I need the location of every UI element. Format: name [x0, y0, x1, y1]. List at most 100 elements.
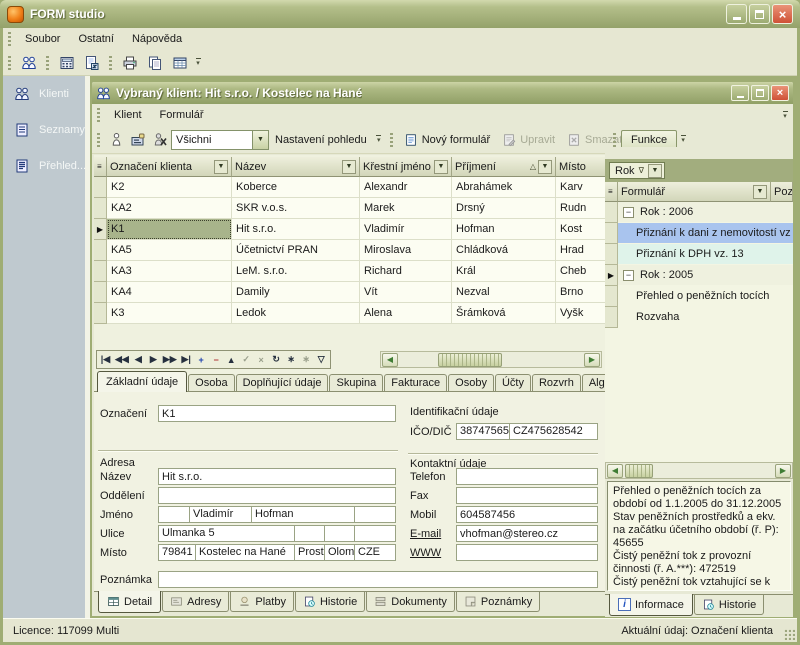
nav-filter-button[interactable]: ▽ — [314, 352, 329, 368]
edit-form-button[interactable]: Upravit — [496, 130, 561, 150]
tree-group-row-current[interactable]: ▶ −Rok : 2005 — [605, 265, 793, 286]
scroll-left-icon[interactable]: ◀ — [607, 464, 623, 478]
toolbar-grip[interactable] — [390, 133, 393, 147]
column-dropdown-icon[interactable]: ▼ — [214, 160, 228, 174]
toolbar-grip[interactable] — [613, 133, 616, 147]
menubar-overflow-icon[interactable]: ▾ — [779, 105, 791, 125]
mobil-field[interactable]: 604587456 — [456, 506, 598, 523]
tab-dokumenty[interactable]: Dokumenty — [366, 592, 455, 612]
column-dropdown-icon[interactable]: ▼ — [538, 160, 552, 174]
nav-insert-button[interactable]: + — [194, 352, 209, 368]
region-field[interactable]: Olom — [325, 544, 355, 561]
cell[interactable]: Vít — [360, 282, 452, 303]
street-extra2-field[interactable] — [325, 525, 355, 542]
tab-historie[interactable]: Historie — [295, 592, 365, 612]
grid-corner-button[interactable]: ≡ — [94, 157, 107, 177]
nav-cancel-button[interactable]: × — [254, 352, 269, 368]
zip-field[interactable]: 79841 — [158, 544, 196, 561]
tab-zakladni-udaje[interactable]: Základní údaje — [97, 371, 187, 392]
scrollbar-thumb[interactable] — [625, 464, 653, 478]
cell[interactable]: Hrad — [556, 240, 606, 261]
child-close-button[interactable]: × — [771, 85, 789, 101]
scroll-right-icon[interactable]: ▶ — [775, 464, 791, 478]
cell-selected[interactable]: K1 — [107, 219, 232, 240]
column-header-prijmeni[interactable]: Příjmení△▼ — [452, 157, 556, 177]
tab-osoby[interactable]: Osoby — [448, 374, 494, 391]
email-link-label[interactable]: E-mail — [410, 528, 441, 540]
hide-person-button[interactable] — [149, 129, 171, 151]
copy-button[interactable] — [142, 52, 167, 74]
tab-historie-forms[interactable]: Historie — [694, 595, 764, 615]
new-form-button[interactable]: Nový formulář — [398, 130, 496, 150]
tree-item-row[interactable]: Přiznání k dani z nemovitostí vz — [605, 223, 793, 244]
tree-group-row[interactable]: −Rok : 2006 — [605, 202, 793, 223]
tab-platby[interactable]: Platby — [230, 592, 294, 612]
tab-doplnujici-udaje[interactable]: Doplňující údaje — [236, 374, 329, 391]
toolbar-grip[interactable] — [8, 32, 11, 46]
tree-item-row[interactable]: Přiznání k DPH vz. 13 — [605, 244, 793, 265]
nav-first-button[interactable]: |◀ — [98, 352, 113, 368]
cell[interactable]: Chládková — [452, 240, 556, 261]
tree-horizontal-scrollbar[interactable]: ◀ ▶ — [605, 462, 793, 479]
chevron-down-icon[interactable]: ▼ — [648, 164, 662, 178]
table-row[interactable]: KA3 LeM. s.r.o. Richard Král Cheb — [94, 261, 606, 282]
oddeleni-field[interactable] — [158, 487, 396, 504]
column-header-oznaceni-klienta[interactable]: Označení klienta▼ — [107, 157, 232, 177]
column-dropdown-icon[interactable]: ▼ — [434, 160, 448, 174]
cell[interactable]: Richard — [360, 261, 452, 282]
suffix-field[interactable] — [355, 506, 396, 523]
cell[interactable]: Vyšk — [556, 303, 606, 324]
country-field[interactable]: CZE — [355, 544, 396, 561]
table-view-button[interactable] — [167, 52, 192, 74]
tab-informace[interactable]: i Informace — [609, 594, 693, 616]
fax-field[interactable] — [456, 487, 598, 504]
table-row[interactable]: KA5 Účetnictví PRAN Miroslava Chládková … — [94, 240, 606, 261]
cell[interactable]: LeM. s.r.o. — [232, 261, 360, 282]
tab-poznamky[interactable]: Poznámky — [456, 592, 540, 612]
print-button[interactable] — [117, 52, 142, 74]
menu-soubor[interactable]: Soubor — [16, 30, 69, 48]
nav-edit-button[interactable]: ▲ — [224, 352, 239, 368]
street-field[interactable]: Ulmanka 5 — [158, 525, 295, 542]
nav-delete-button[interactable]: − — [209, 352, 224, 368]
tab-ucty[interactable]: Účty — [495, 374, 531, 391]
cell[interactable]: Vladimír — [360, 219, 452, 240]
collapse-icon[interactable]: − — [623, 207, 634, 218]
cell[interactable]: Drsný — [452, 198, 556, 219]
scroll-left-icon[interactable]: ◀ — [382, 353, 398, 367]
menu-ostatni[interactable]: Ostatní — [69, 30, 122, 48]
maximize-button[interactable] — [749, 4, 770, 24]
table-row-current[interactable]: ▶ K1 Hit s.r.o. Vladimír Hofman Kost — [94, 219, 606, 240]
title-field[interactable] — [158, 506, 190, 523]
nav-refresh-button[interactable]: ↻ — [269, 352, 284, 368]
column-header-misto[interactable]: Místo — [556, 157, 606, 177]
child-maximize-button[interactable] — [751, 85, 769, 101]
cell[interactable]: Cheb — [556, 261, 606, 282]
child-minimize-button[interactable] — [731, 85, 749, 101]
nav-search-button[interactable]: ∗ — [284, 352, 299, 368]
scrollbar-thumb[interactable] — [438, 353, 502, 367]
www-field[interactable] — [456, 544, 598, 561]
poznamka-field[interactable] — [158, 571, 598, 588]
nav-fast-next-button[interactable]: ▶▶ — [161, 352, 179, 368]
view-settings-button[interactable]: Nastavení pohledu — [269, 131, 373, 149]
last-name-field[interactable]: Hofman — [252, 506, 355, 523]
resize-grip[interactable] — [783, 628, 795, 640]
cell[interactable]: KA3 — [107, 261, 232, 282]
district-field[interactable]: Prost — [295, 544, 325, 561]
cell[interactable]: Koberce — [232, 177, 360, 198]
toolbar-overflow-icon[interactable]: ▾ — [192, 53, 204, 73]
close-button[interactable]: × — [772, 4, 793, 24]
cell[interactable]: Alena — [360, 303, 452, 324]
cell[interactable]: K3 — [107, 303, 232, 324]
cell[interactable]: K2 — [107, 177, 232, 198]
dic-field[interactable]: CZ475628542 — [510, 423, 598, 440]
cell[interactable]: KA2 — [107, 198, 232, 219]
menu-klient[interactable]: Klient — [105, 106, 151, 124]
ico-field[interactable]: 38747565 — [456, 423, 510, 440]
tab-fakturace[interactable]: Fakturace — [384, 374, 447, 391]
column-header-formular[interactable]: Formulář▼ — [618, 182, 771, 202]
menu-formular[interactable]: Formulář — [151, 106, 213, 124]
sidebar-item-prehled[interactable]: Přehled... — [3, 148, 85, 184]
cell[interactable]: Nezval — [452, 282, 556, 303]
